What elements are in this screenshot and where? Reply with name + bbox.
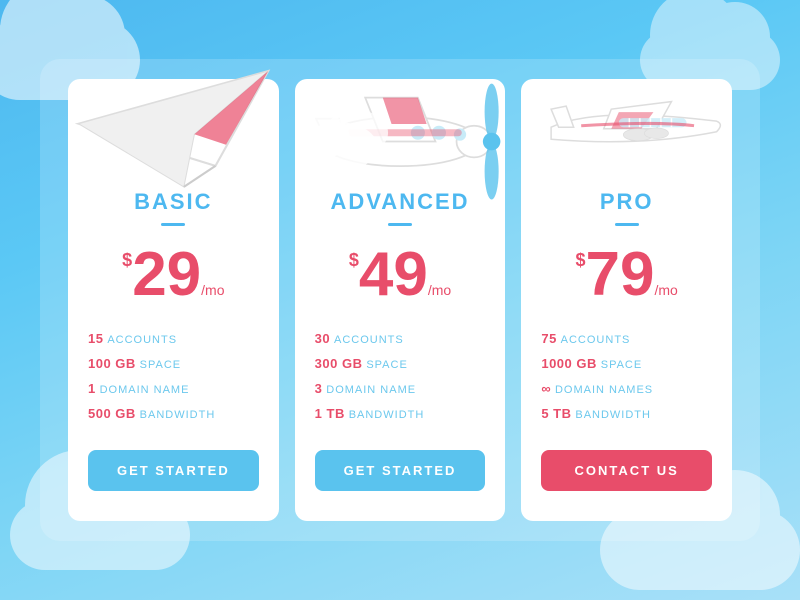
cta-button-basic[interactable]: GET STARTED <box>88 450 259 491</box>
feature-label: BANDWIDTH <box>575 409 651 421</box>
feature-number: 5 TB <box>541 406 571 421</box>
feature-label: ACCOUNTS <box>561 334 631 346</box>
feature-label: DOMAIN NAME <box>326 384 416 396</box>
feature-label: ACCOUNTS <box>334 334 404 346</box>
jet-plane-icon <box>521 69 732 179</box>
feature-number: 500 GB <box>88 406 136 421</box>
feature-number: 1000 GB <box>541 356 597 371</box>
price-amount: 79 <box>586 244 655 306</box>
feature-label: BANDWIDTH <box>140 409 216 421</box>
feature-item: 100 GB SPACE <box>88 351 259 376</box>
plan-divider <box>615 223 639 226</box>
plan-divider <box>161 223 185 226</box>
feature-item: 1 DOMAIN NAME <box>88 376 259 401</box>
feature-item: 5 TB BANDWIDTH <box>541 401 712 426</box>
feature-item: ∞ DOMAIN NAMES <box>541 376 712 401</box>
feature-label: ACCOUNTS <box>107 334 177 346</box>
price-dollar: $ <box>576 250 586 271</box>
feature-label: DOMAIN NAMES <box>555 384 653 396</box>
features-list: 15 ACCOUNTS 100 GB SPACE 1 DOMAIN NAME 5… <box>68 326 279 426</box>
feature-label: SPACE <box>140 359 181 371</box>
price-amount: 49 <box>359 244 428 306</box>
feature-item: 300 GB SPACE <box>315 351 486 376</box>
feature-number: 1 <box>88 381 96 396</box>
price-display: $ 29 /mo <box>122 244 224 306</box>
cta-button-pro[interactable]: CONTACT US <box>541 450 712 491</box>
feature-label: DOMAIN NAME <box>100 384 190 396</box>
price-period: /mo <box>655 282 678 298</box>
feature-item: 30 ACCOUNTS <box>315 326 486 351</box>
prop-plane-icon <box>295 69 506 179</box>
features-list: 30 ACCOUNTS 300 GB SPACE 3 DOMAIN NAME 1… <box>295 326 506 426</box>
price-period: /mo <box>201 282 224 298</box>
pricing-card-advanced: ADVANCED $ 49 /mo 30 ACCOUNTS 300 GB SPA… <box>295 79 506 521</box>
feature-item: 500 GB BANDWIDTH <box>88 401 259 426</box>
feature-item: 1000 GB SPACE <box>541 351 712 376</box>
feature-item: 1 TB BANDWIDTH <box>315 401 486 426</box>
price-dollar: $ <box>122 250 132 271</box>
feature-number: 30 <box>315 331 330 346</box>
feature-item: 3 DOMAIN NAME <box>315 376 486 401</box>
feature-number: 1 TB <box>315 406 345 421</box>
paper-plane-icon <box>68 69 279 179</box>
plan-divider <box>388 223 412 226</box>
feature-number: 3 <box>315 381 323 396</box>
price-amount: 29 <box>132 244 201 306</box>
price-period: /mo <box>428 282 451 298</box>
feature-item: 15 ACCOUNTS <box>88 326 259 351</box>
pricing-card-basic: BASIC $ 29 /mo 15 ACCOUNTS 100 GB SPACE … <box>68 79 279 521</box>
plan-name: PRO <box>600 189 654 215</box>
feature-number: 300 GB <box>315 356 363 371</box>
feature-number: ∞ <box>541 381 551 396</box>
price-dollar: $ <box>349 250 359 271</box>
cta-button-advanced[interactable]: GET STARTED <box>315 450 486 491</box>
feature-label: SPACE <box>366 359 407 371</box>
price-display: $ 49 /mo <box>349 244 451 306</box>
feature-number: 75 <box>541 331 556 346</box>
feature-label: SPACE <box>601 359 642 371</box>
features-list: 75 ACCOUNTS 1000 GB SPACE ∞ DOMAIN NAMES… <box>521 326 732 426</box>
price-display: $ 79 /mo <box>576 244 678 306</box>
pricing-container: BASIC $ 29 /mo 15 ACCOUNTS 100 GB SPACE … <box>40 59 760 541</box>
pricing-card-pro: PRO $ 79 /mo 75 ACCOUNTS 1000 GB SPACE ∞… <box>521 79 732 521</box>
feature-label: BANDWIDTH <box>349 409 425 421</box>
feature-number: 15 <box>88 331 103 346</box>
feature-number: 100 GB <box>88 356 136 371</box>
feature-item: 75 ACCOUNTS <box>541 326 712 351</box>
